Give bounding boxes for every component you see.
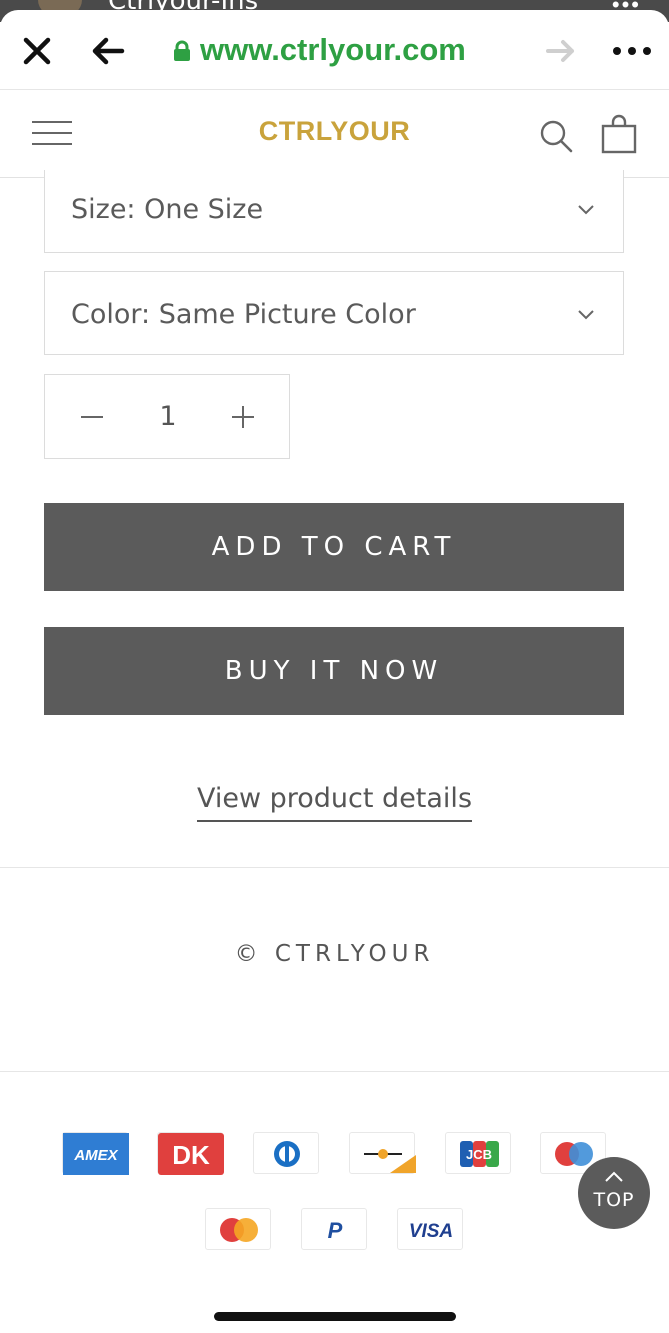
quantity-stepper: 1 (44, 374, 290, 459)
chevron-up-icon (605, 1171, 623, 1182)
dankort-payment-icon: DK (157, 1132, 224, 1175)
jcb-label: JCB (466, 1147, 492, 1162)
scroll-to-top-label: TOP (593, 1189, 635, 1211)
visa-label: VISA (409, 1221, 453, 1242)
divider (0, 1071, 669, 1072)
quantity-value[interactable]: 1 (145, 401, 191, 432)
buy-now-button[interactable]: BUY IT NOW (44, 627, 624, 715)
amex-label: AMEX (73, 1147, 118, 1164)
view-product-details-link-row: View product details (0, 783, 669, 822)
browser-toolbar: www.ctrlyour.com (0, 10, 669, 90)
chevron-down-icon (578, 205, 594, 215)
mastercard-payment-icon (205, 1208, 271, 1250)
search-icon[interactable] (538, 118, 574, 154)
paypal-payment-icon: P (301, 1208, 367, 1250)
size-select[interactable]: Size: One Size (44, 170, 624, 253)
url-bar[interactable]: www.ctrlyour.com (200, 32, 466, 68)
jcb-payment-icon: JCB (445, 1132, 511, 1174)
store-header: CTRLYOUR (0, 90, 669, 178)
lock-icon (174, 40, 190, 61)
chevron-down-icon (578, 310, 594, 320)
close-icon[interactable] (20, 34, 54, 68)
add-to-cart-button[interactable]: ADD TO CART (44, 503, 624, 591)
size-select-value: Size: One Size (71, 194, 264, 225)
color-select-value: Color: Same Picture Color (71, 299, 416, 330)
paypal-label: P (328, 1218, 343, 1243)
quantity-increase-button[interactable] (232, 406, 254, 428)
scroll-to-top-button[interactable]: TOP (578, 1157, 650, 1229)
shopping-bag-icon[interactable] (600, 114, 638, 154)
quantity-decrease-button[interactable] (81, 416, 103, 418)
more-icon[interactable] (612, 46, 652, 56)
back-arrow-icon[interactable] (90, 34, 126, 68)
diners-club-payment-icon (253, 1132, 319, 1174)
divider (0, 867, 669, 868)
home-indicator[interactable] (214, 1312, 456, 1321)
forbrugsforeningen-payment-icon (349, 1132, 416, 1174)
forward-arrow-icon[interactable] (544, 36, 578, 66)
color-select[interactable]: Color: Same Picture Color (44, 271, 624, 355)
visa-payment-icon: VISA (397, 1208, 463, 1250)
copyright-text: © CTRLYOUR (234, 941, 435, 967)
view-product-details-link[interactable]: View product details (196, 783, 473, 822)
amex-payment-icon: AMEX (62, 1132, 129, 1175)
dankort-label: DK (172, 1140, 210, 1170)
